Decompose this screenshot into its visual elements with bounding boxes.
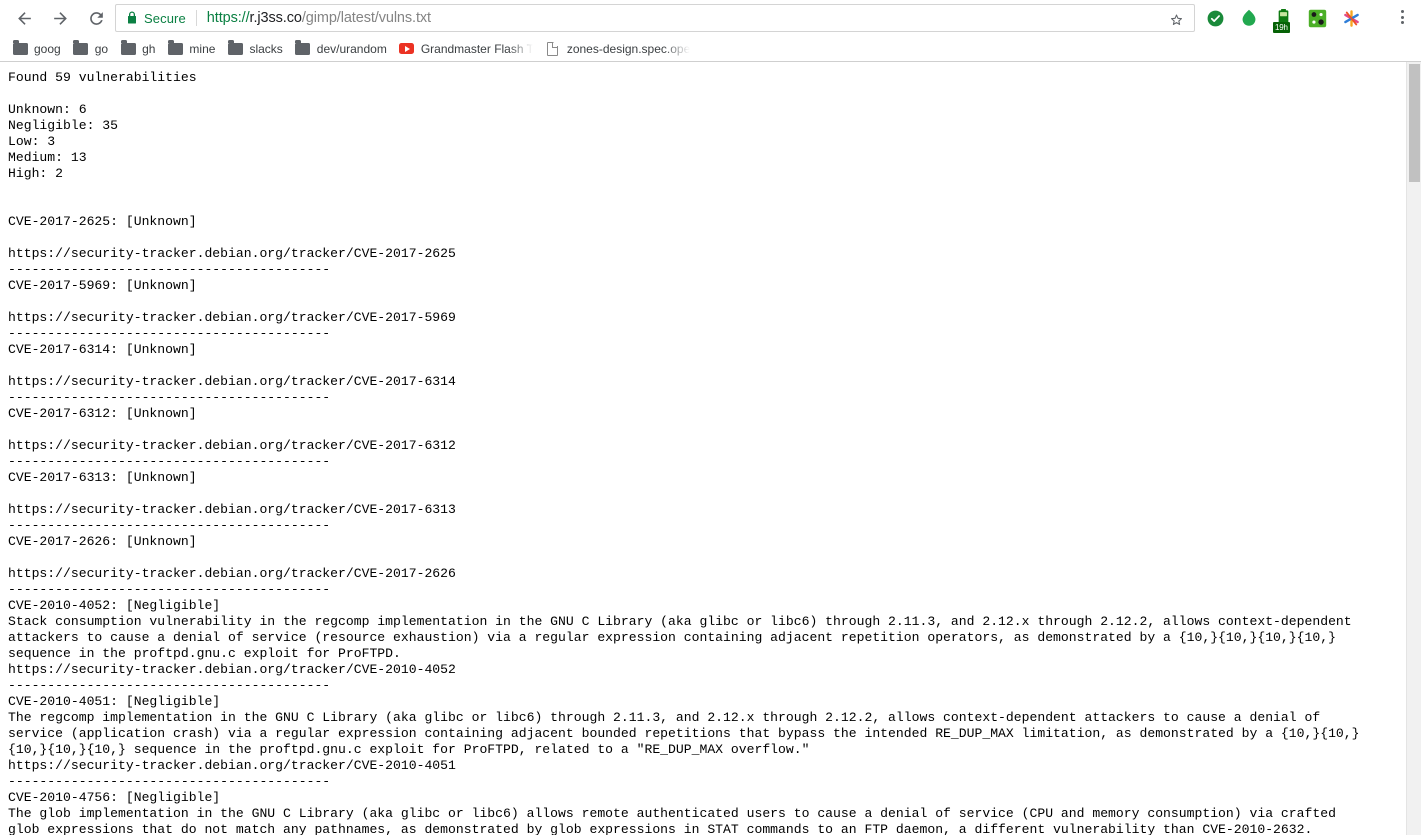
green-check-circle-icon [1207,10,1223,26]
folder-icon [295,40,311,57]
forward-button[interactable] [46,4,74,32]
bookmark-dev-urandom[interactable]: dev/urandom [293,38,394,60]
folder-icon [227,40,243,57]
bookmark-go[interactable]: go [71,38,115,60]
bookmark-label: mine [189,41,216,56]
green-clock-extension-icon[interactable]: 19h [1273,8,1293,33]
green-square-grid-icon [1308,9,1326,27]
bookmark-label: dev/urandom [316,41,387,56]
asterisk-star-icon [1343,9,1359,27]
lock-icon [128,11,136,24]
bookmark-gh[interactable]: gh [118,38,162,60]
bookmark-mine[interactable]: mine [165,38,222,60]
bookmark-label: gh [142,41,156,56]
bookmark-slacks[interactable]: slacks [225,38,289,60]
bookmark-grandmaster-flash[interactable]: Grandmaster Flash Th [397,38,540,60]
three-dot-menu-icon [1400,15,1404,19]
bookmark-label: slacks [249,41,283,56]
bookmark-label: go [94,41,109,56]
youtube-icon [399,41,415,57]
folder-icon [120,40,136,57]
url-text: https://r.j3ss.co/gimp/latest/vulns.txt [207,10,431,26]
document-icon [545,41,561,57]
vertical-scrollbar-thumb[interactable] [1409,64,1420,182]
bookmarks-bar: goog go gh mine slacks dev/urandom Grand… [0,36,1421,61]
vulnerability-report-text: Found 59 vulnerabilities Unknown: 6 Negl… [8,70,1360,835]
browser-toolbar: Secure https://r.j3ss.co/gimp/latest/vul… [0,0,1421,36]
three-dot-menu-icon [1400,21,1404,24]
folder-icon [12,40,28,57]
back-arrow-icon [17,11,31,25]
browser-window: Secure https://r.j3ss.co/gimp/latest/vul… [0,0,1421,835]
green-check-extension-icon[interactable] [1205,8,1225,28]
security-indicator[interactable]: Secure [126,11,186,26]
forward-arrow-icon [53,11,67,25]
extension-badge: 19h [1273,22,1290,33]
bookmark-zones-design-spec[interactable]: zones-design.spec.ope [543,38,697,60]
url-path: /gimp/latest/vulns.txt [301,10,431,26]
bookmark-star-button[interactable] [1166,10,1186,30]
folder-icon [167,40,183,57]
url-host: r.j3ss.co [249,10,302,26]
green-grid-extension-icon[interactable] [1307,8,1327,28]
colorful-asterisk-extension-icon[interactable] [1341,8,1361,28]
extension-toolbar: 19h [1205,3,1361,33]
browser-chrome: Secure https://r.j3ss.co/gimp/latest/vul… [0,0,1421,62]
page-viewport: Found 59 vulnerabilities Unknown: 6 Negl… [0,62,1421,835]
green-drop-extension-icon[interactable] [1239,8,1259,28]
bookmark-goog[interactable]: goog [10,38,68,60]
star-icon [1170,14,1182,25]
address-bar[interactable]: Secure https://r.j3ss.co/gimp/latest/vul… [115,4,1195,32]
three-dot-menu-icon [1400,10,1404,13]
chrome-menu-button[interactable] [1389,4,1415,30]
bookmark-label: goog [34,41,61,56]
folder-icon [73,40,89,57]
reload-icon [89,11,103,25]
green-teardrop-icon [1242,9,1256,26]
back-button[interactable] [10,4,38,32]
url-scheme: https:// [206,10,250,26]
bookmark-label: Grandmaster Flash Th [420,41,533,56]
secure-label: Secure [144,10,186,26]
reload-button[interactable] [82,4,110,32]
bookmark-label: zones-design.spec.ope [566,41,691,56]
vertical-scrollbar[interactable] [1406,62,1421,835]
omnibox-divider [195,10,197,26]
